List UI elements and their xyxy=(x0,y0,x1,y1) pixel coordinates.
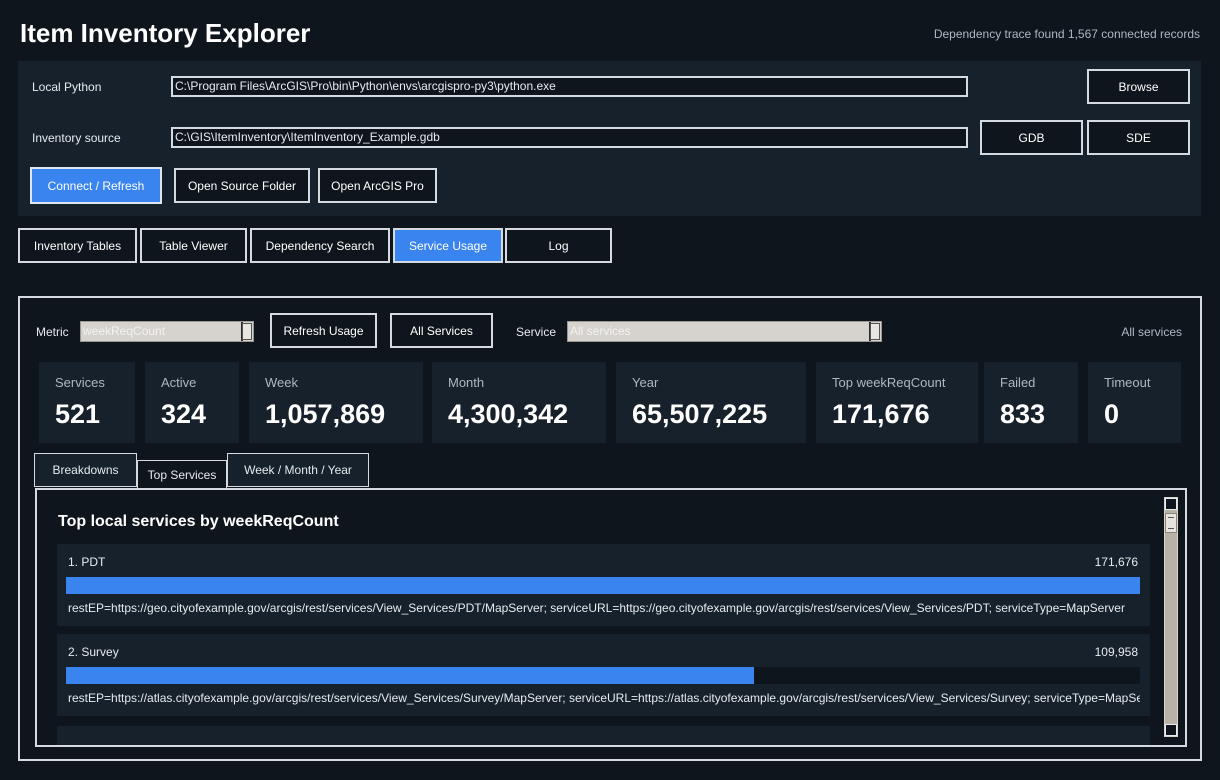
stat-value: 1,057,869 xyxy=(265,399,386,429)
stat-card-services: Services 521 xyxy=(39,362,135,443)
metric-label: Metric xyxy=(36,325,69,339)
stat-value: 324 xyxy=(161,399,207,429)
gdb-button[interactable]: GDB xyxy=(980,120,1083,155)
list-item: 1. PDT 171,676 restEP=https://geo.cityof… xyxy=(57,544,1150,626)
usage-bar-fill xyxy=(66,667,754,684)
service-detail: restEP=https://geo.cityofexample.gov/arc… xyxy=(68,601,1125,615)
stat-card-month: Month 4,300,342 xyxy=(432,362,606,443)
stat-value: 0 xyxy=(1104,399,1120,429)
subtab-breakdowns[interactable]: Breakdowns xyxy=(34,453,137,487)
service-count: 171,676 xyxy=(1094,555,1138,569)
usage-bar-fill xyxy=(66,577,1140,594)
service-usage-panel: Metric weekReqCount Refresh Usage All Se… xyxy=(18,296,1202,761)
stat-card-failed: Failed 833 xyxy=(984,362,1078,443)
trace-status: Dependency trace found 1,567 connected r… xyxy=(933,27,1200,41)
usage-bar-track xyxy=(66,667,1140,684)
metric-select-value: weekReqCount xyxy=(83,324,166,338)
python-label: Local Python xyxy=(32,80,102,94)
subtab-top-services[interactable]: Top Services xyxy=(137,460,227,489)
stat-label: Timeout xyxy=(1104,375,1151,390)
stat-value: 833 xyxy=(1000,399,1046,429)
top-services-list: Top local services by weekReqCount 1. PD… xyxy=(35,488,1187,747)
tab-dependency-search[interactable]: Dependency Search xyxy=(250,228,390,263)
refresh-usage-button[interactable]: Refresh Usage xyxy=(270,313,377,348)
service-select-value: All services xyxy=(570,324,631,338)
stat-value: 4,300,342 xyxy=(448,399,569,429)
sde-button[interactable]: SDE xyxy=(1087,120,1190,155)
stat-label: Services xyxy=(55,375,105,390)
all-services-button[interactable]: All Services xyxy=(390,313,493,348)
tab-log[interactable]: Log xyxy=(505,228,612,263)
service-dropdown-arrow-icon[interactable] xyxy=(869,322,881,341)
python-path-input[interactable]: C:\Program Files\ArcGIS\Pro\bin\Python\e… xyxy=(171,76,968,97)
source-path-input[interactable]: C:\GIS\ItemInventory\ItemInventory_Examp… xyxy=(171,127,968,148)
stat-label: Month xyxy=(448,375,485,390)
stat-value: 171,676 xyxy=(832,399,930,429)
metric-dropdown-arrow-icon[interactable] xyxy=(241,322,253,341)
stat-label: Active xyxy=(161,375,197,390)
scroll-up-icon[interactable] xyxy=(1165,498,1177,510)
stat-label: Top weekReqCount xyxy=(832,375,946,390)
list-item: 2. Survey 109,958 restEP=https://atlas.c… xyxy=(57,634,1150,716)
stat-label: Week xyxy=(265,375,298,390)
stat-card-top-metric: Top weekReqCount 171,676 xyxy=(816,362,978,443)
stat-card-timeout: Timeout 0 xyxy=(1088,362,1181,443)
stat-card-year: Year 65,507,225 xyxy=(616,362,806,443)
list-title: Top local services by weekReqCount xyxy=(58,513,339,530)
scroll-down-icon[interactable] xyxy=(1165,724,1177,736)
scope-label: All services xyxy=(1121,325,1182,339)
tab-table-viewer[interactable]: Table Viewer xyxy=(140,228,247,263)
metric-select[interactable]: weekReqCount xyxy=(80,321,254,342)
open-arcgis-pro-button[interactable]: Open ArcGIS Pro xyxy=(318,168,437,203)
stat-value: 65,507,225 xyxy=(632,399,768,429)
tab-service-usage[interactable]: Service Usage xyxy=(393,228,503,263)
usage-bar-track xyxy=(66,577,1140,594)
source-label: Inventory source xyxy=(32,131,121,145)
tab-inventory-tables[interactable]: Inventory Tables xyxy=(18,228,137,263)
service-count: 109,958 xyxy=(1094,645,1138,659)
connection-panel: Local Python C:\Program Files\ArcGIS\Pro… xyxy=(18,61,1201,216)
connect-refresh-button[interactable]: Connect / Refresh xyxy=(30,167,162,204)
stat-card-active: Active 324 xyxy=(145,362,239,443)
stat-value: 521 xyxy=(55,399,101,429)
open-source-folder-button[interactable]: Open Source Folder xyxy=(174,168,310,203)
service-name: 2. Survey xyxy=(68,645,119,659)
scroll-thumb[interactable] xyxy=(1165,513,1177,533)
service-select[interactable]: All services xyxy=(567,321,882,342)
stat-label: Year xyxy=(632,375,659,390)
stat-card-week: Week 1,057,869 xyxy=(249,362,423,443)
service-label: Service xyxy=(516,325,557,339)
list-item xyxy=(57,726,1150,745)
service-detail: restEP=https://atlas.cityofexample.gov/a… xyxy=(68,691,1140,705)
stat-label: Failed xyxy=(1000,375,1036,390)
app-title: Item Inventory Explorer xyxy=(20,18,311,48)
browse-button[interactable]: Browse xyxy=(1087,69,1190,104)
subtab-week-month-year[interactable]: Week / Month / Year xyxy=(227,453,369,487)
service-name: 1. PDT xyxy=(68,555,106,569)
vertical-scrollbar[interactable] xyxy=(1164,497,1178,737)
